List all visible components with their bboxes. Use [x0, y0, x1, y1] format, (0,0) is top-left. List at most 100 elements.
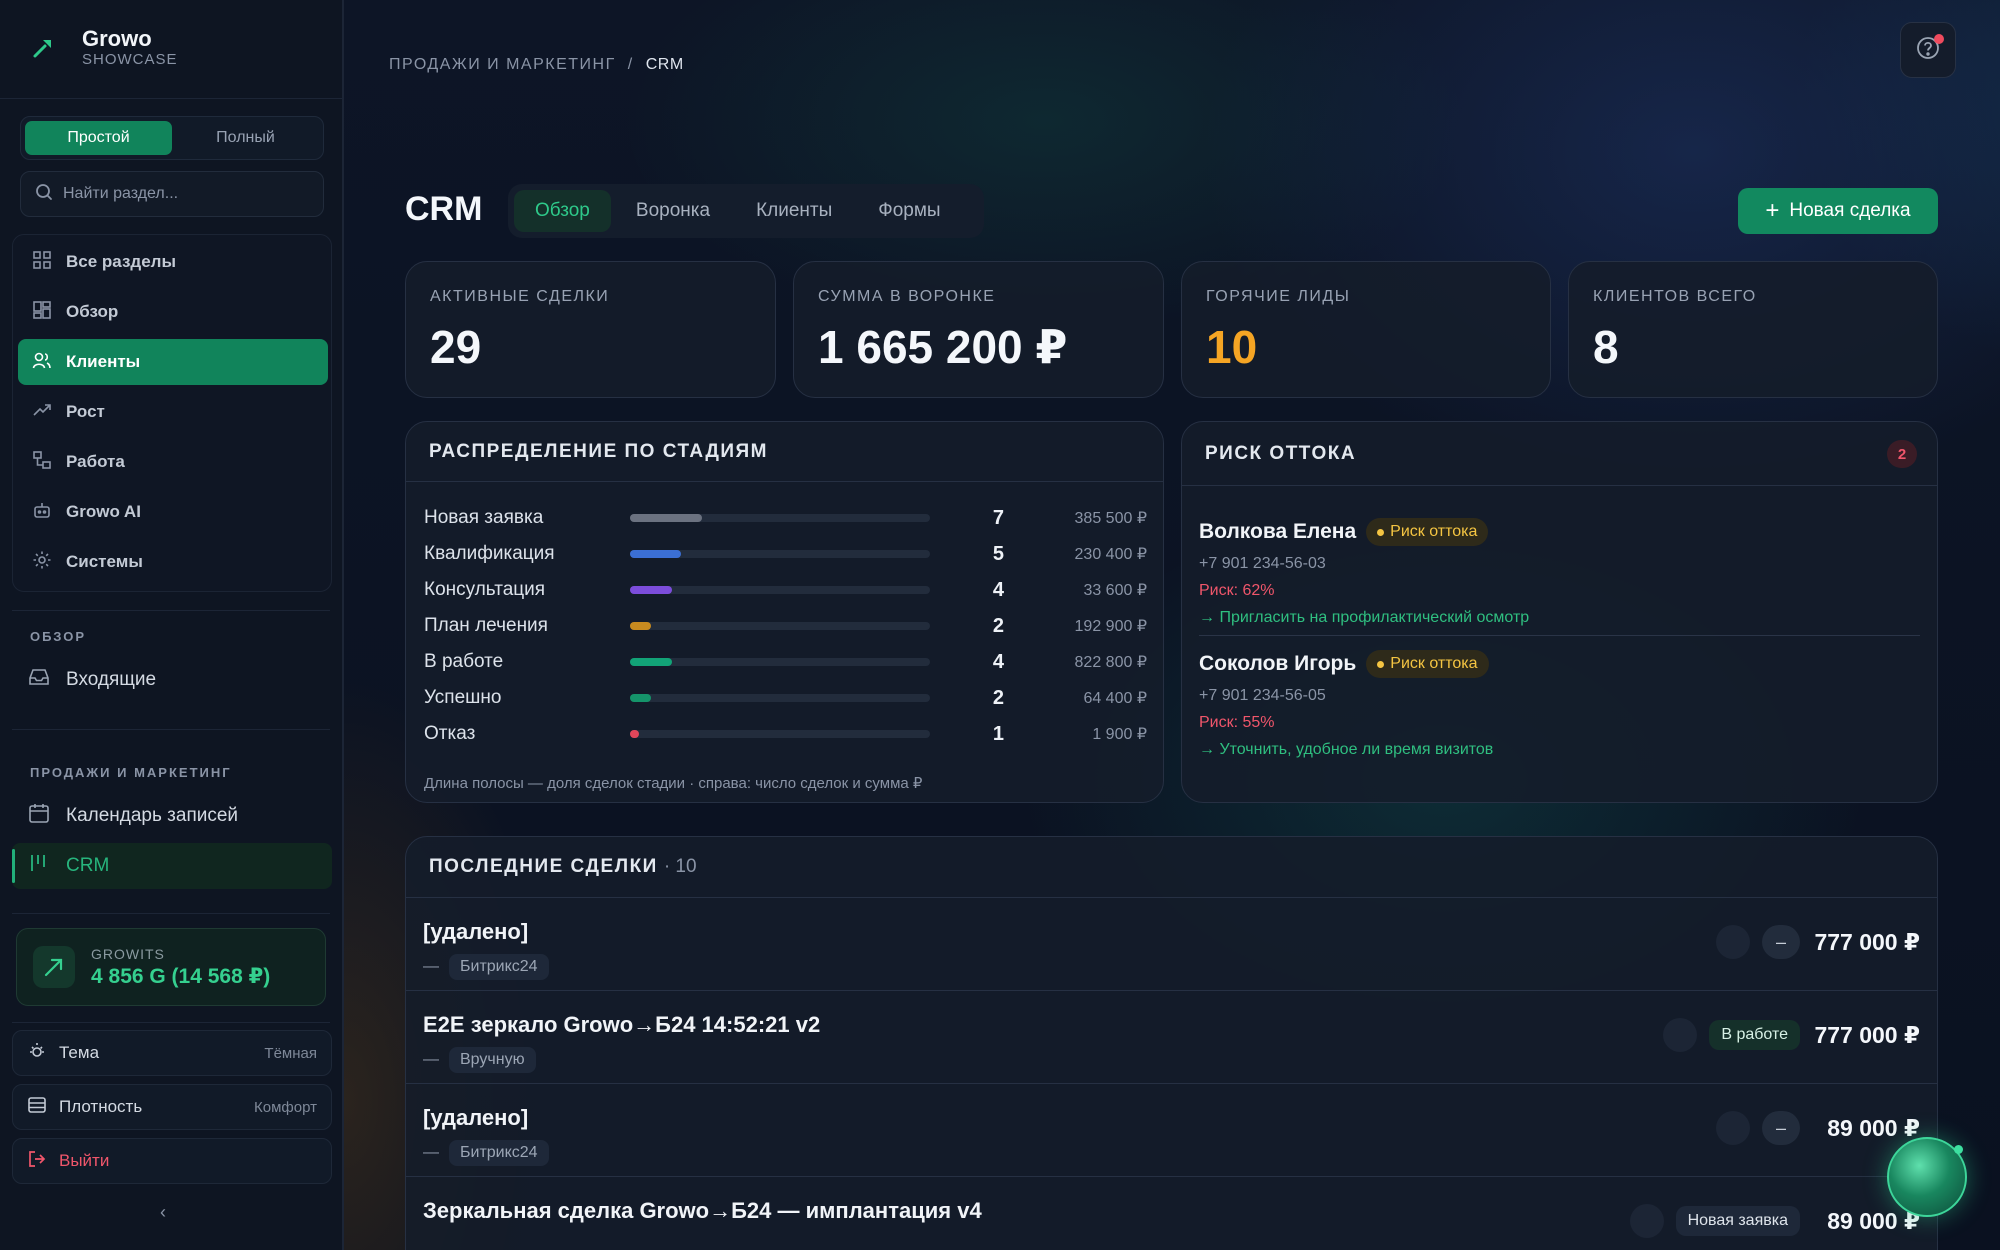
search-input[interactable] — [63, 185, 313, 203]
stage-count: 4 — [992, 578, 1004, 601]
sidebar-item-inbox[interactable]: Входящие — [12, 657, 332, 703]
sidebar-item-label: Входящие — [66, 669, 157, 690]
stage-bar-fill — [630, 694, 651, 702]
kpi-label: СУММА В ВОРОНКЕ — [818, 288, 996, 305]
stage-empty-badge[interactable]: – — [1762, 1111, 1800, 1145]
stage-name: Консультация — [424, 579, 546, 600]
stage-badge[interactable]: Новая заявка — [1675, 1206, 1800, 1236]
density-value: Комфорт — [254, 1098, 317, 1116]
stage-sum: 230 400 ₽ — [1074, 546, 1147, 563]
stage-row[interactable]: План лечения 2 192 900 ₽ — [424, 608, 1147, 644]
deal-meta: –777 000 ₽ — [1716, 922, 1920, 962]
deal-amount: 777 000 ₽ — [1814, 928, 1920, 955]
recommended-action-link[interactable]: → Пригласить на профилактический осмотр — [1199, 609, 1920, 627]
stage-row[interactable]: Новая заявка 7 385 500 ₽ — [424, 500, 1147, 536]
stage-name: Отказ — [424, 723, 476, 744]
recent-deals-title: ПОСЛЕДНИЕ СДЕЛКИ — [429, 856, 658, 877]
risk-tag: Риск оттока — [1366, 650, 1489, 678]
deal-title[interactable]: E2E зеркало Growo→Б24 14:52:21 v2 — [423, 1012, 820, 1038]
stage-sum: 1 900 ₽ — [1092, 726, 1147, 743]
kpi-value: 10 — [1206, 321, 1258, 373]
density-setting[interactable]: Плотность Комфорт — [12, 1084, 332, 1130]
inbox-icon — [28, 666, 50, 694]
workflow-icon — [32, 450, 52, 475]
risk-percent: Риск: 55% — [1199, 714, 1275, 731]
sidebar-item-calendar[interactable]: Календарь записей — [12, 793, 332, 839]
stage-row[interactable]: Консультация 4 33 600 ₽ — [424, 572, 1147, 608]
logout-button[interactable]: Выйти — [12, 1138, 332, 1184]
breadcrumb-parent[interactable]: ПРОДАЖИ И МАРКЕТИНГ — [389, 56, 616, 74]
assistant-orb-button[interactable] — [1887, 1137, 1967, 1217]
growits-value: 4 856 G (14 568 ₽) — [91, 964, 271, 988]
new-deal-button[interactable]: + Новая сделка — [1738, 188, 1938, 234]
stage-bar-fill — [630, 586, 672, 594]
stage-bar — [630, 514, 930, 522]
theme-value: Тёмная — [264, 1044, 317, 1062]
deal-row[interactable]: [удалено] — Битрикс24 –777 000 ₽ — [406, 897, 1937, 990]
client-name: Соколов Игорь Риск оттока — [1199, 650, 1920, 678]
kpi-value: 29 — [430, 321, 482, 373]
sidebar-divider — [12, 1022, 330, 1023]
client-phone: +7 901 234-56-03 — [1199, 555, 1326, 572]
sidebar-item-label: Рост — [66, 402, 105, 421]
sidebar-item-overview[interactable]: Обзор — [18, 289, 328, 335]
sidebar-item-clients[interactable]: Клиенты — [18, 339, 328, 385]
recommended-action-link[interactable]: → Уточнить, удобное ли время визитов — [1199, 741, 1920, 759]
churn-risk-item[interactable]: Соколов Игорь Риск оттока +7 901 234-56-… — [1199, 650, 1920, 759]
deal-title[interactable]: Зеркальная сделка Growo→Б24 — имплантаци… — [423, 1198, 982, 1224]
brand[interactable]: Growo SHOWCASE — [28, 26, 178, 68]
deal-title[interactable]: [удалено] — [423, 919, 528, 945]
mode-full-button[interactable]: Полный — [172, 121, 319, 155]
breadcrumb: ПРОДАЖИ И МАРКЕТИНГ / CRM — [389, 56, 684, 74]
plus-icon: + — [1765, 197, 1780, 224]
sidebar-item-all-sections[interactable]: Все разделы — [18, 239, 328, 285]
sidebar-item-work[interactable]: Работа — [18, 439, 328, 485]
stage-badge[interactable]: В работе — [1709, 1020, 1800, 1050]
stage-bar-fill — [630, 514, 702, 522]
stage-row[interactable]: Отказ 1 1 900 ₽ — [424, 716, 1147, 752]
sidebar-item-label: Работа — [66, 452, 125, 471]
deal-meta: Новая заявка 89 000 ₽ — [1629, 1201, 1920, 1241]
collapse-sidebar-chevron-icon[interactable]: ‹ — [160, 1202, 166, 1223]
stage-row[interactable]: В работе 4 822 800 ₽ — [424, 644, 1147, 680]
tab-funnel[interactable]: Воронка — [615, 190, 731, 232]
deal-row[interactable]: E2E зеркало Growo→Б24 14:52:21 v2 — Вручну… — [406, 990, 1937, 1083]
tab-clients[interactable]: Клиенты — [735, 190, 853, 232]
deal-row[interactable]: Зеркальная сделка Growo→Б24 — имплантаци… — [406, 1176, 1937, 1250]
assignee-avatar[interactable] — [1716, 1111, 1750, 1145]
notification-dot — [1934, 34, 1944, 44]
sidebar-item-crm[interactable]: CRM — [12, 843, 332, 889]
deal-source: — Вручную — [423, 1047, 536, 1073]
stage-count: 7 — [992, 506, 1004, 529]
theme-setting[interactable]: Тема Тёмная — [12, 1030, 332, 1076]
sidebar-divider — [12, 610, 330, 611]
stage-sum: 64 400 ₽ — [1083, 690, 1147, 707]
churn-risk-count-badge: 2 — [1887, 440, 1917, 468]
stage-bar — [630, 622, 930, 630]
tab-overview[interactable]: Обзор — [514, 190, 611, 232]
risk-percent: Риск: 62% — [1199, 582, 1275, 599]
sidebar-item-label: Системы — [66, 552, 143, 571]
growits-balance[interactable]: GROWITS 4 856 G (14 568 ₽) — [16, 928, 326, 1006]
deal-source: — Битрикс24 — [423, 1140, 549, 1166]
kpi-card-funnel-sum: СУММА В ВОРОНКЕ 1 665 200 ₽ — [793, 261, 1164, 398]
deal-title[interactable]: [удалено] — [423, 1105, 528, 1131]
deal-row[interactable]: [удалено] — Битрикс24 –89 000 ₽ — [406, 1083, 1937, 1176]
mode-simple-button[interactable]: Простой — [25, 121, 172, 155]
source-chip: Вручную — [449, 1047, 536, 1073]
tab-forms[interactable]: Формы — [857, 190, 961, 232]
sidebar-item-growo-ai[interactable]: Growo AI — [18, 489, 328, 535]
assignee-avatar[interactable] — [1629, 1204, 1664, 1238]
churn-risk-item[interactable]: Волкова Елена Риск оттока +7 901 234-56-… — [1199, 518, 1920, 627]
growits-arrow-icon — [33, 946, 75, 988]
assignee-avatar[interactable] — [1716, 925, 1750, 959]
kpi-label: ГОРЯЧИЕ ЛИДЫ — [1206, 288, 1351, 305]
sidebar-item-growth[interactable]: Рост — [18, 389, 328, 435]
help-button[interactable] — [1900, 22, 1956, 78]
assignee-avatar[interactable] — [1663, 1018, 1698, 1052]
stage-row[interactable]: Успешно 2 64 400 ₽ — [424, 680, 1147, 716]
stage-row[interactable]: Квалификация 5 230 400 ₽ — [424, 536, 1147, 572]
stage-empty-badge[interactable]: – — [1762, 925, 1800, 959]
stage-count: 1 — [992, 722, 1004, 745]
sidebar-item-systems[interactable]: Системы — [18, 539, 328, 585]
